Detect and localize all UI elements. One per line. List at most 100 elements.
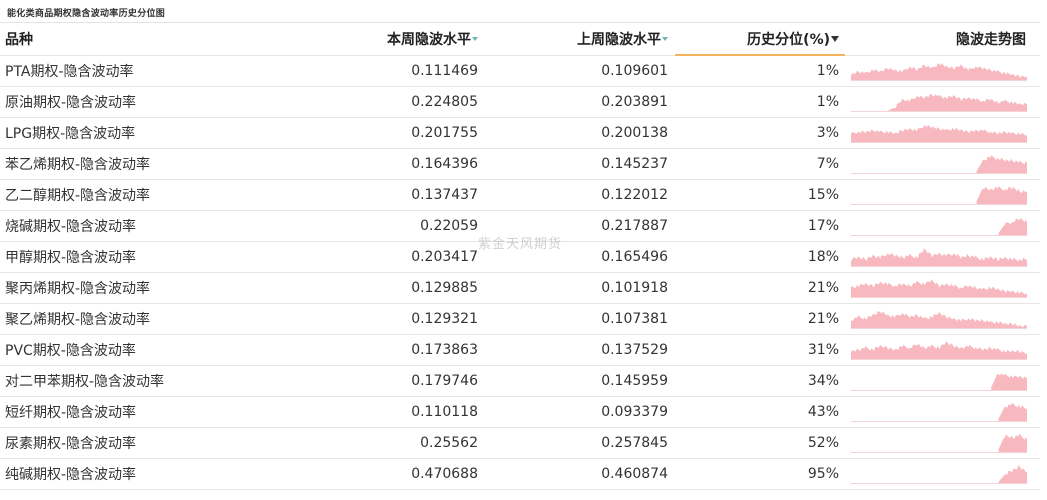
sort-icon[interactable]	[662, 36, 668, 41]
cell-trend	[845, 427, 1040, 459]
table-row[interactable]: 尿素期权-隐含波动率 0.25562 0.257845 52%	[0, 427, 1040, 459]
cell-percentile: 3%	[675, 117, 845, 149]
table-row[interactable]: 原油期权-隐含波动率 0.224805 0.203891 1%	[0, 86, 1040, 118]
cell-previous-iv: 0.122012	[485, 179, 675, 211]
column-header-percentile[interactable]: 历史分位(%)	[675, 23, 845, 56]
table-row[interactable]: 聚乙烯期权-隐含波动率 0.129321 0.107381 21%	[0, 303, 1040, 335]
column-header-current-label: 本周隐波水平	[387, 31, 471, 48]
sparkline-svg	[851, 62, 1027, 81]
sparkline-area	[851, 311, 1027, 329]
table-row[interactable]: 烧碱期权-隐含波动率 0.22059 0.217887 17%	[0, 210, 1040, 242]
cell-current-iv: 0.25562	[300, 427, 485, 459]
sparkline-svg	[851, 248, 1027, 267]
cell-previous-iv: 0.165496	[485, 241, 675, 273]
cell-name: PTA期权-隐含波动率	[0, 55, 300, 87]
table-row[interactable]: PTA期权-隐含波动率 0.111469 0.109601 1%	[0, 55, 1040, 87]
table-row[interactable]: 短纤期权-隐含波动率 0.110118 0.093379 43%	[0, 396, 1040, 428]
iv-sparkline	[851, 307, 1027, 331]
cell-current-iv: 0.203417	[300, 241, 485, 273]
cell-current-iv: 0.129321	[300, 303, 485, 335]
table-row[interactable]: 纯碱期权-隐含波动率 0.470688 0.460874 95%	[0, 458, 1040, 490]
cell-name: 乙二醇期权-隐含波动率	[0, 179, 300, 211]
sort-icon[interactable]	[472, 36, 478, 41]
cell-previous-iv: 0.257845	[485, 427, 675, 459]
sparkline-area	[851, 124, 1027, 143]
cell-previous-iv: 0.203891	[485, 86, 675, 118]
cell-current-iv: 0.173863	[300, 334, 485, 366]
sparkline-svg	[851, 186, 1027, 205]
cell-trend	[845, 117, 1040, 149]
sparkline-area	[998, 402, 1027, 422]
cell-name: 甲醇期权-隐含波动率	[0, 241, 300, 273]
iv-percentile-table: 品种 本周隐波水平 上周隐波水平 历史分位(%) 隐波走势图 PTA期权-隐含波…	[0, 23, 1040, 490]
cell-current-iv: 0.129885	[300, 272, 485, 304]
cell-previous-iv: 0.217887	[485, 210, 675, 242]
cell-percentile: 15%	[675, 179, 845, 211]
sparkline-area	[976, 155, 1027, 174]
table-row[interactable]: 聚丙烯期权-隐含波动率 0.129885 0.101918 21%	[0, 272, 1040, 304]
table-row[interactable]: 甲醇期权-隐含波动率 0.203417 0.165496 18%	[0, 241, 1040, 273]
table-row[interactable]: 乙二醇期权-隐含波动率 0.137437 0.122012 15%	[0, 179, 1040, 211]
iv-sparkline	[851, 90, 1027, 114]
cell-percentile: 95%	[675, 458, 845, 490]
cell-name: 纯碱期权-隐含波动率	[0, 458, 300, 490]
table-row[interactable]: 对二甲苯期权-隐含波动率 0.179746 0.145959 34%	[0, 365, 1040, 397]
sparkline-svg	[851, 433, 1027, 453]
column-header-current[interactable]: 本周隐波水平	[300, 23, 485, 56]
cell-percentile: 18%	[675, 241, 845, 273]
cell-name: 聚乙烯期权-隐含波动率	[0, 303, 300, 335]
sparkline-area	[888, 93, 1027, 112]
sparkline-area	[851, 62, 1027, 81]
iv-sparkline	[851, 431, 1027, 455]
cell-trend	[845, 365, 1040, 397]
cell-previous-iv: 0.145237	[485, 148, 675, 180]
cell-previous-iv: 0.460874	[485, 458, 675, 490]
column-header-name[interactable]: 品种	[0, 23, 300, 56]
iv-sparkline	[851, 59, 1027, 83]
cell-current-iv: 0.224805	[300, 86, 485, 118]
cell-percentile: 1%	[675, 55, 845, 87]
cell-percentile: 52%	[675, 427, 845, 459]
table-row[interactable]: 苯乙烯期权-隐含波动率 0.164396 0.145237 7%	[0, 148, 1040, 180]
sparkline-svg	[851, 341, 1027, 360]
column-header-previous[interactable]: 上周隐波水平	[485, 23, 675, 56]
page-edge	[1040, 0, 1047, 500]
cell-current-iv: 0.179746	[300, 365, 485, 397]
cell-name: 苯乙烯期权-隐含波动率	[0, 148, 300, 180]
cell-trend	[845, 458, 1040, 490]
iv-sparkline	[851, 152, 1027, 176]
cell-current-iv: 0.137437	[300, 179, 485, 211]
column-header-previous-label: 上周隐波水平	[577, 31, 661, 48]
column-header-trend[interactable]: 隐波走势图	[845, 23, 1040, 56]
cell-current-iv: 0.110118	[300, 396, 485, 428]
iv-sparkline	[851, 214, 1027, 238]
cell-percentile: 43%	[675, 396, 845, 428]
sparkline-area	[998, 465, 1027, 484]
cell-previous-iv: 0.109601	[485, 55, 675, 87]
iv-sparkline	[851, 276, 1027, 300]
cell-trend	[845, 179, 1040, 211]
cell-percentile: 1%	[675, 86, 845, 118]
iv-sparkline	[851, 183, 1027, 207]
sort-desc-icon[interactable]	[831, 35, 839, 42]
cell-name: 对二甲苯期权-隐含波动率	[0, 365, 300, 397]
sparkline-svg	[851, 124, 1027, 143]
chart-title: 能化类商品期权隐含波动率历史分位图	[7, 9, 166, 19]
cell-previous-iv: 0.200138	[485, 117, 675, 149]
iv-sparkline	[851, 400, 1027, 424]
column-header-percentile-label: 历史分位(%)	[747, 31, 830, 48]
iv-sparkline	[851, 369, 1027, 393]
cell-percentile: 21%	[675, 272, 845, 304]
sparkline-svg	[851, 217, 1027, 236]
cell-percentile: 7%	[675, 148, 845, 180]
cell-name: PVC期权-隐含波动率	[0, 334, 300, 366]
sparkline-svg	[851, 155, 1027, 174]
table-row[interactable]: PVC期权-隐含波动率 0.173863 0.137529 31%	[0, 334, 1040, 366]
cell-previous-iv: 0.093379	[485, 396, 675, 428]
cell-name: 原油期权-隐含波动率	[0, 86, 300, 118]
cell-percentile: 31%	[675, 334, 845, 366]
table-row[interactable]: LPG期权-隐含波动率 0.201755 0.200138 3%	[0, 117, 1040, 149]
cell-trend	[845, 148, 1040, 180]
sparkline-area	[851, 341, 1027, 360]
sparkline-area	[976, 186, 1027, 205]
